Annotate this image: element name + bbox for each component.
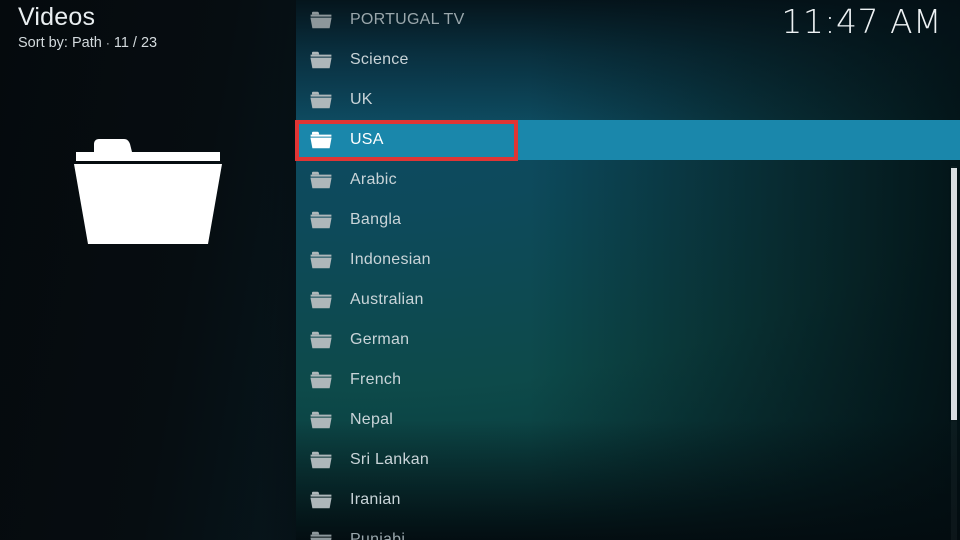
list-item[interactable]: Bangla: [296, 200, 960, 240]
list-item-label: German: [350, 331, 410, 348]
list-item[interactable]: German: [296, 320, 960, 360]
list-item-label: Arabic: [350, 171, 397, 188]
folder-icon: [310, 251, 332, 269]
list-item[interactable]: Iranian: [296, 480, 960, 520]
list-item-label: Indonesian: [350, 251, 431, 268]
file-list[interactable]: PORTUGAL TV Science UK USA Arabic Bangla Indon…: [296, 0, 960, 540]
folder-icon: [310, 91, 332, 109]
folder-icon: [310, 51, 332, 69]
kodi-videos-screen: Videos Sort by: Path · 11 / 23 11:47 AM PO…: [0, 0, 960, 540]
folder-icon: [310, 131, 332, 149]
list-item-label: Iranian: [350, 491, 401, 508]
page-subtitle: Sort by: Path · 11 / 23: [18, 33, 288, 53]
list-item[interactable]: Indonesian: [296, 240, 960, 280]
list-item[interactable]: Arabic: [296, 160, 960, 200]
folder-icon: [310, 451, 332, 469]
sort-label: Sort by: Path: [18, 35, 102, 51]
list-item-label: Sri Lankan: [350, 451, 429, 468]
list-item[interactable]: Punjabi: [296, 520, 960, 540]
subtitle-separator: ·: [105, 36, 110, 51]
folder-icon: [310, 531, 332, 540]
page-title: Videos: [18, 3, 96, 31]
folder-icon: [310, 371, 332, 389]
list-item[interactable]: French: [296, 360, 960, 400]
list-item[interactable]: Sri Lankan: [296, 440, 960, 480]
folder-icon: [310, 211, 332, 229]
list-item-label: Nepal: [350, 411, 394, 428]
page-header: Videos Sort by: Path · 11 / 23: [18, 2, 288, 53]
scrollbar-thumb[interactable]: [951, 168, 957, 420]
list-item-label: French: [350, 371, 402, 388]
list-item-label: Bangla: [350, 211, 402, 228]
list-item-label: Australian: [350, 291, 424, 308]
list-item-label: UK: [350, 91, 373, 108]
list-item-label: Punjabi: [350, 531, 406, 540]
info-panel-edge-fade: [260, 0, 296, 540]
folder-icon: [310, 491, 332, 509]
list-item[interactable]: UK: [296, 80, 960, 120]
folder-icon: [310, 291, 332, 309]
list-item[interactable]: Science: [296, 40, 960, 80]
preview-folder-icon: [72, 126, 224, 248]
list-item-selected[interactable]: USA: [296, 120, 960, 160]
info-panel: [0, 0, 296, 540]
list-item-label: PORTUGAL TV: [350, 11, 465, 28]
list-item[interactable]: Australian: [296, 280, 960, 320]
list-item-label: Science: [350, 51, 409, 68]
list-item[interactable]: PORTUGAL TV: [296, 0, 960, 40]
folder-icon: [310, 171, 332, 189]
item-count: 11 / 23: [113, 35, 158, 51]
list-item[interactable]: Nepal: [296, 400, 960, 440]
folder-icon: [310, 331, 332, 349]
folder-icon: [310, 11, 332, 29]
folder-icon: [310, 411, 332, 429]
list-item-label: USA: [350, 131, 384, 148]
